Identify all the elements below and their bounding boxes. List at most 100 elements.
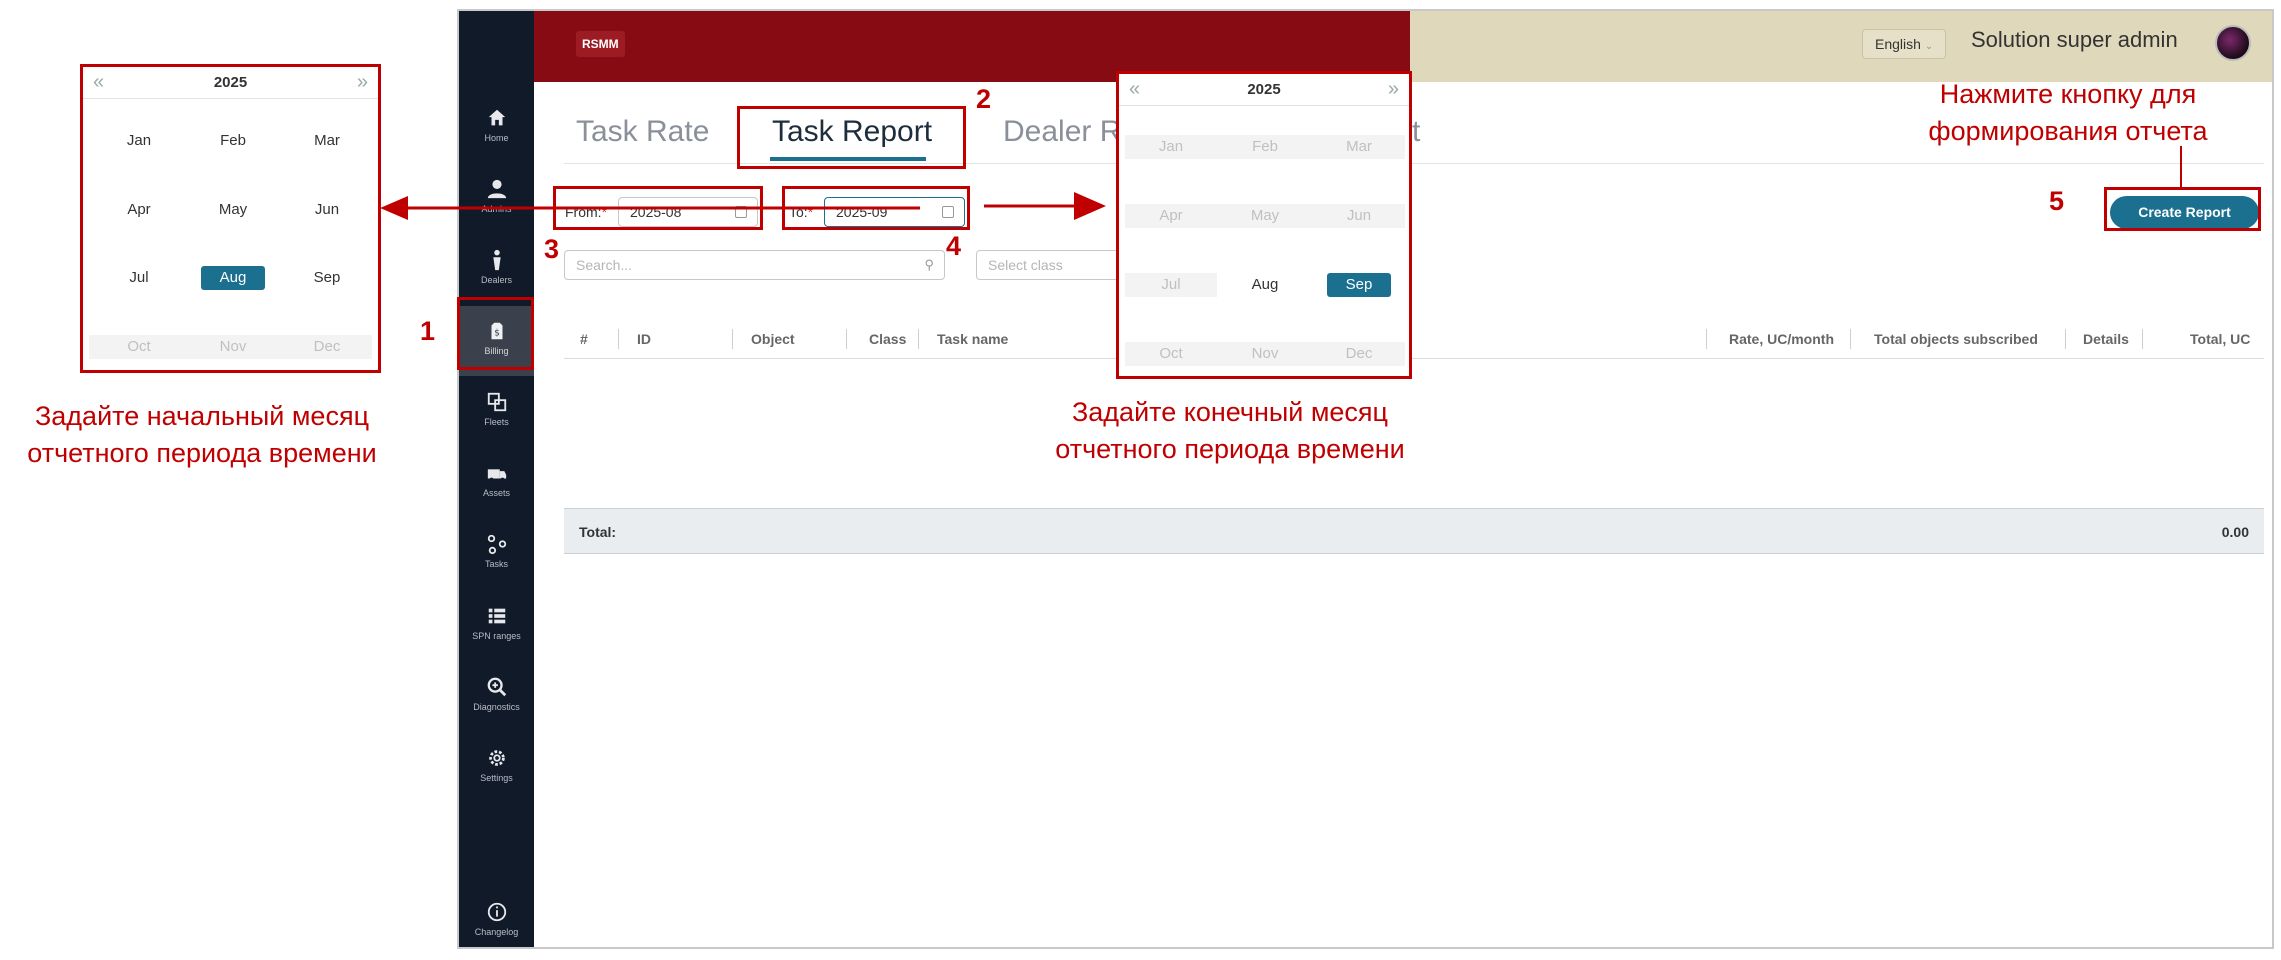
month-oct: Oct — [1159, 345, 1183, 362]
column-header[interactable]: Total, UC — [2190, 331, 2250, 347]
sidebar-item-home[interactable]: Home — [459, 93, 534, 163]
column-header[interactable]: Class — [869, 331, 906, 347]
gear-icon — [488, 750, 505, 766]
annotation-box-billing — [457, 297, 534, 370]
sidebar-item-spn-ranges[interactable]: SPN ranges — [459, 591, 534, 661]
step-number-2: 2 — [976, 84, 992, 114]
column-divider — [732, 329, 733, 349]
annotation-arrows — [380, 196, 920, 220]
class-select[interactable]: Select class — [976, 250, 1126, 280]
person-icon — [492, 249, 501, 271]
search-placeholder: Search... — [576, 257, 633, 273]
column-header[interactable]: Task name — [937, 331, 1008, 347]
tab-dealer-report[interactable]: Dealer R — [1003, 115, 1121, 149]
search-icon: ⚲ — [924, 257, 934, 272]
app-logo[interactable]: RSMM — [576, 31, 625, 57]
month-jun[interactable]: Jun — [295, 198, 359, 222]
language-select[interactable]: English ⌄ — [1862, 29, 1947, 59]
column-divider — [846, 329, 847, 349]
month-feb: Feb — [1252, 138, 1278, 155]
month-may: May — [1250, 207, 1280, 224]
home-icon — [488, 109, 505, 126]
next-year-button[interactable]: » — [1388, 78, 1399, 101]
month-aug-selected[interactable]: Aug — [201, 266, 265, 290]
list-icon — [488, 608, 505, 624]
month-may[interactable]: May — [201, 198, 265, 222]
annotation-create-report: Нажмите кнопку для формирования отчета — [1928, 79, 2208, 146]
sidebar-item-dealers[interactable]: Dealers — [459, 235, 534, 305]
column-divider — [918, 329, 919, 349]
column-divider — [1706, 329, 1707, 349]
sidebar-item-changelog[interactable]: Changelog — [459, 887, 534, 947]
class-placeholder: Select class — [988, 257, 1063, 273]
annotation-arrow-right — [984, 192, 1106, 220]
column-header[interactable]: Total objects subscribed — [1874, 331, 2038, 347]
month-mar[interactable]: Mar — [295, 129, 359, 153]
sidebar-item-label: Fleets — [484, 417, 509, 427]
sidebar-item-label: Tasks — [484, 559, 508, 569]
month-dec: Dec — [1345, 345, 1373, 362]
month-jul[interactable]: Jul — [107, 266, 171, 290]
month-jul: Jul — [1161, 276, 1181, 293]
total-label: Total: — [579, 524, 617, 540]
step-number-5: 5 — [2049, 186, 2065, 216]
annotation-end-month: Задайте конечный месяц отчетного периода… — [1055, 397, 1405, 464]
sidebar-item-label: Assets — [482, 488, 510, 498]
month-aug[interactable]: Aug — [1233, 273, 1297, 297]
month-jan: Jan — [1158, 138, 1184, 155]
column-header[interactable]: # — [580, 331, 588, 347]
column-header[interactable]: Details — [2083, 331, 2129, 347]
truck-icon — [487, 469, 506, 482]
month-apr[interactable]: Apr — [107, 198, 171, 222]
step-number-3: 3 — [544, 234, 560, 264]
total-value: 0.00 — [2221, 524, 2249, 540]
calendar-header: « 2025 » — [83, 67, 378, 99]
column-header[interactable]: ID — [637, 331, 651, 347]
chevron-down-icon: ⌄ — [1924, 41, 1934, 52]
column-divider — [618, 329, 619, 349]
calendar-year[interactable]: 2025 — [83, 74, 378, 91]
month-oct: Oct — [127, 338, 151, 355]
column-header[interactable]: Rate, UC/month — [1729, 331, 1834, 347]
fleets-icon — [487, 392, 506, 412]
sidebar-item-label: Dealers — [480, 275, 512, 285]
column-divider — [2142, 329, 2143, 349]
search-input[interactable]: Search... ⚲ — [564, 250, 945, 280]
sidebar-item-label: Diagnostics — [473, 702, 520, 712]
sidebar-item-tasks[interactable]: Tasks — [459, 519, 534, 589]
table-total-row: Total: 0.00 — [564, 508, 2264, 554]
month-dec: Dec — [313, 338, 341, 355]
arrow-head-left — [380, 196, 408, 220]
sidebar-item-settings[interactable]: Settings — [459, 733, 534, 803]
month-sep[interactable]: Sep — [295, 266, 359, 290]
annotation-box-tab — [737, 106, 966, 169]
info-icon — [487, 902, 506, 922]
column-divider — [2065, 329, 2066, 349]
sidebar-item-label: Changelog — [474, 927, 519, 937]
tab-hidden-partial[interactable]: t — [1412, 115, 1420, 149]
sidebar-item-fleets[interactable]: Fleets — [459, 377, 534, 447]
calendar-to-popup: « 2025 » Jan Feb Mar Apr May Jun Jul Aug… — [1116, 71, 1412, 379]
sidebar-item-diagnostics[interactable]: Diagnostics — [459, 662, 534, 732]
step-number-1: 1 — [420, 316, 436, 346]
table-header: # ID Object Class Task name Rate, UC/mon… — [564, 317, 2264, 359]
sidebar-item-label: SPN ranges — [472, 631, 521, 641]
annotation-start-month: Задайте начальный месяц отчетного период… — [27, 401, 377, 468]
month-sep-selected[interactable]: Sep — [1327, 273, 1391, 297]
month-feb[interactable]: Feb — [201, 129, 265, 153]
calendar-header: « 2025 » — [1119, 74, 1409, 106]
language-value: English — [1875, 36, 1921, 52]
calendar-year[interactable]: 2025 — [1119, 81, 1409, 98]
month-apr: Apr — [1159, 207, 1183, 224]
sidebar-item-label: Settings — [480, 773, 513, 783]
avatar[interactable] — [2215, 25, 2251, 61]
step-number-4: 4 — [946, 231, 962, 261]
annotation-box-create — [2104, 187, 2261, 231]
month-jan[interactable]: Jan — [107, 129, 171, 153]
column-header[interactable]: Object — [751, 331, 795, 347]
next-year-button[interactable]: » — [357, 71, 368, 94]
month-jun: Jun — [1346, 207, 1372, 224]
tab-task-rate[interactable]: Task Rate — [576, 115, 709, 149]
user-name[interactable]: Solution super admin — [1971, 27, 2178, 53]
sidebar-item-assets[interactable]: Assets — [459, 448, 534, 518]
